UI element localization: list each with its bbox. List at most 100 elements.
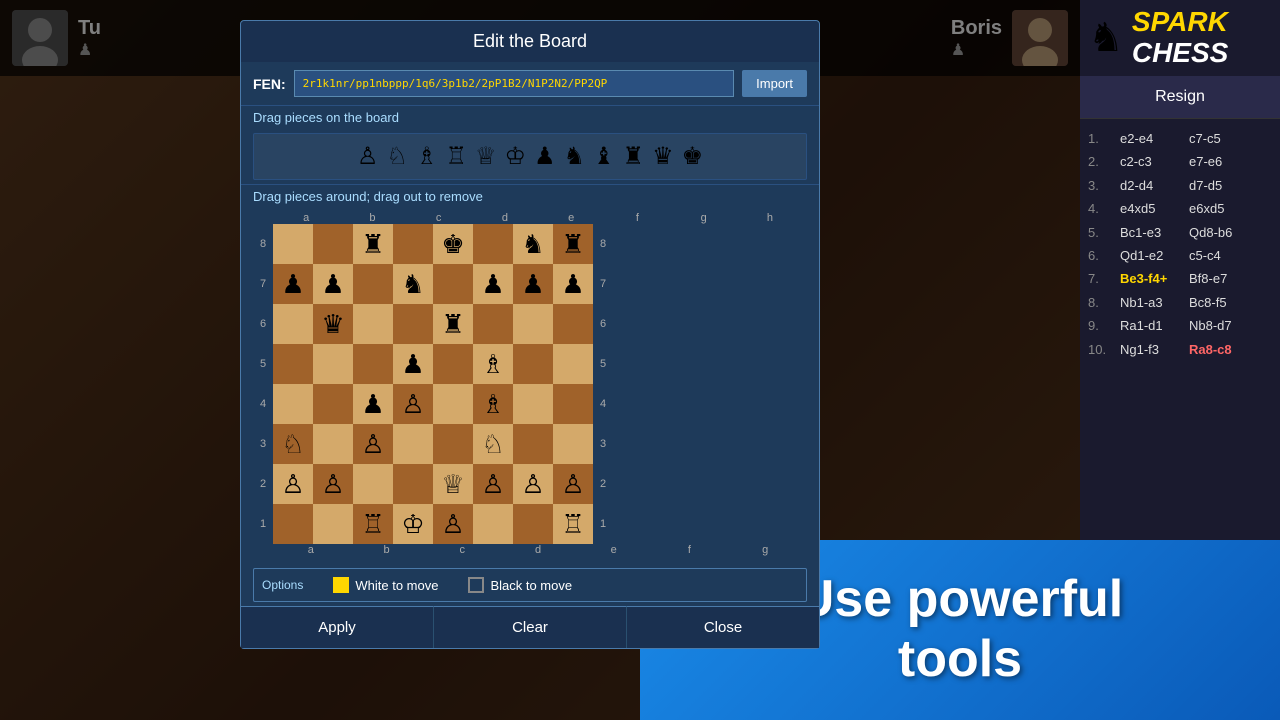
cell-c4[interactable]: ♟: [353, 384, 393, 424]
cell-e8[interactable]: ♚: [433, 224, 473, 264]
cell-f5[interactable]: ♗: [473, 344, 513, 384]
cell-g4[interactable]: [513, 384, 553, 424]
move-num: 8.: [1088, 291, 1116, 314]
cell-a2[interactable]: ♙: [273, 464, 313, 504]
cell-f6[interactable]: [473, 304, 513, 344]
apply-button[interactable]: Apply: [241, 606, 434, 648]
rank-labels-left: 8 7 6 5 4 3 2 1: [253, 224, 273, 544]
palette-white-bishop[interactable]: ♗: [416, 142, 438, 171]
palette-white-knight[interactable]: ♘: [386, 142, 408, 171]
black-to-move-option[interactable]: Black to move: [468, 577, 572, 593]
cell-a1[interactable]: [273, 504, 313, 544]
cell-a8[interactable]: [273, 224, 313, 264]
cell-d3[interactable]: [393, 424, 433, 464]
cell-h7[interactable]: ♟: [553, 264, 593, 304]
cell-e7[interactable]: [433, 264, 473, 304]
cell-g7[interactable]: ♟: [513, 264, 553, 304]
dialog-title: Edit the Board: [241, 21, 819, 62]
palette-black-rook[interactable]: ♜: [623, 142, 645, 171]
palette-white-king[interactable]: ♔: [504, 142, 526, 171]
close-button[interactable]: Close: [627, 606, 819, 648]
cell-h2[interactable]: ♙: [553, 464, 593, 504]
cell-c8[interactable]: ♜: [353, 224, 393, 264]
cell-a7[interactable]: ♟: [273, 264, 313, 304]
cell-b7[interactable]: ♟: [313, 264, 353, 304]
cell-e4[interactable]: [433, 384, 473, 424]
cell-f1[interactable]: [473, 504, 513, 544]
cell-g2[interactable]: ♙: [513, 464, 553, 504]
rank-7-right: 7: [593, 264, 613, 304]
import-button[interactable]: Import: [742, 70, 807, 97]
spark-chess-logo: ♞ SPARKCHESS: [1080, 0, 1280, 76]
resign-button[interactable]: Resign: [1080, 76, 1280, 119]
cell-d6[interactable]: [393, 304, 433, 344]
cell-h3[interactable]: [553, 424, 593, 464]
cell-b4[interactable]: [313, 384, 353, 424]
cell-f8[interactable]: [473, 224, 513, 264]
cell-e5[interactable]: [433, 344, 473, 384]
cell-a5[interactable]: [273, 344, 313, 384]
cell-g1[interactable]: [513, 504, 553, 544]
cell-d4[interactable]: ♙: [393, 384, 433, 424]
move-row-1: 1. e2-e4 c7-c5: [1088, 127, 1272, 150]
move-num: 10.: [1088, 338, 1116, 361]
clear-button[interactable]: Clear: [434, 606, 627, 648]
cell-e1[interactable]: ♙: [433, 504, 473, 544]
palette-black-pawn[interactable]: ♟: [534, 142, 556, 171]
cell-c5[interactable]: [353, 344, 393, 384]
cell-b3[interactable]: [313, 424, 353, 464]
white-to-move-checkbox[interactable]: [333, 577, 349, 593]
drag-around-label: Drag pieces around; drag out to remove: [241, 184, 819, 208]
cell-h8[interactable]: ♜: [553, 224, 593, 264]
palette-black-king[interactable]: ♚: [682, 142, 704, 171]
palette-white-pawn[interactable]: ♙: [357, 142, 379, 171]
cell-b6[interactable]: ♛: [313, 304, 353, 344]
rank-3-right: 3: [593, 424, 613, 464]
cell-c7[interactable]: [353, 264, 393, 304]
cell-e2[interactable]: ♕: [433, 464, 473, 504]
cell-b8[interactable]: [313, 224, 353, 264]
palette-black-queen[interactable]: ♛: [652, 142, 674, 171]
cell-h6[interactable]: [553, 304, 593, 344]
move-row-2: 2. c2-c3 e7-e6: [1088, 150, 1272, 173]
palette-black-bishop[interactable]: ♝: [593, 142, 615, 171]
cell-d2[interactable]: [393, 464, 433, 504]
cell-e6[interactable]: ♜: [433, 304, 473, 344]
white-to-move-option[interactable]: White to move: [333, 577, 438, 593]
cell-h1[interactable]: ♖: [553, 504, 593, 544]
cell-a3[interactable]: ♘: [273, 424, 313, 464]
cell-c3[interactable]: ♙: [353, 424, 393, 464]
black-to-move-checkbox[interactable]: [468, 577, 484, 593]
cell-c1[interactable]: ♖: [353, 504, 393, 544]
cell-b2[interactable]: ♙: [313, 464, 353, 504]
cell-h4[interactable]: [553, 384, 593, 424]
cell-d8[interactable]: [393, 224, 433, 264]
palette-white-rook[interactable]: ♖: [445, 142, 467, 171]
cell-b1[interactable]: [313, 504, 353, 544]
cell-f7[interactable]: ♟: [473, 264, 513, 304]
file-a-bot: a: [273, 544, 349, 556]
cell-c6[interactable]: [353, 304, 393, 344]
palette-black-knight[interactable]: ♞: [564, 142, 586, 171]
fen-input[interactable]: [294, 70, 734, 97]
cell-h5[interactable]: [553, 344, 593, 384]
cell-g8[interactable]: ♞: [513, 224, 553, 264]
move-row-10: 10. Ng1-f3 Ra8-c8: [1088, 338, 1272, 361]
cell-d7[interactable]: ♞: [393, 264, 433, 304]
cell-g3[interactable]: [513, 424, 553, 464]
cell-f4[interactable]: ♗: [473, 384, 513, 424]
file-b-top: b: [339, 212, 405, 224]
cell-e3[interactable]: [433, 424, 473, 464]
cell-d1[interactable]: ♔: [393, 504, 433, 544]
rank-1: 1: [253, 504, 273, 544]
cell-g5[interactable]: [513, 344, 553, 384]
cell-c2[interactable]: [353, 464, 393, 504]
cell-f2[interactable]: ♙: [473, 464, 513, 504]
cell-a6[interactable]: [273, 304, 313, 344]
cell-b5[interactable]: [313, 344, 353, 384]
palette-white-queen[interactable]: ♕: [475, 142, 497, 171]
cell-f3[interactable]: ♘: [473, 424, 513, 464]
cell-d5[interactable]: ♟: [393, 344, 433, 384]
cell-a4[interactable]: [273, 384, 313, 424]
cell-g6[interactable]: [513, 304, 553, 344]
